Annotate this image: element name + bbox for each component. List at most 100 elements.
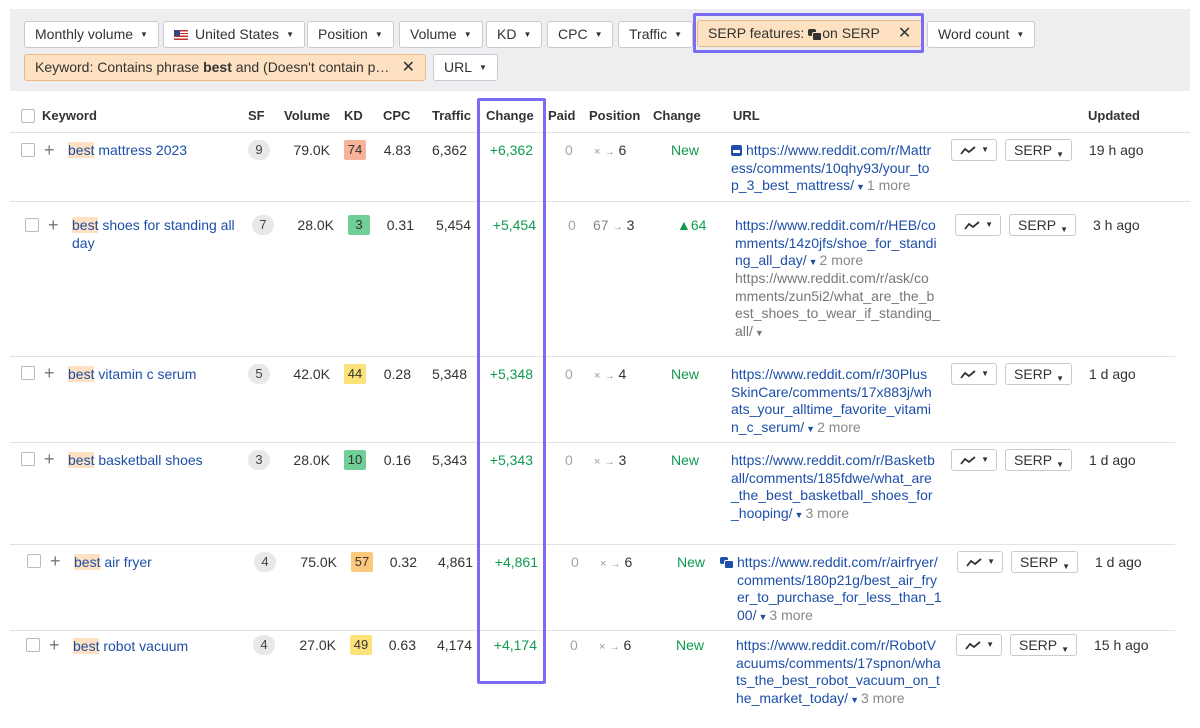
url-link[interactable]: https://www.reddit.com/r/30PlusSkinCare/… xyxy=(731,366,936,438)
kd-filter[interactable]: KD ▼ xyxy=(486,21,543,48)
sf-count[interactable]: 5 xyxy=(248,364,270,384)
caret-down-icon: ▼ xyxy=(479,63,487,72)
sf-count[interactable]: 4 xyxy=(253,635,275,655)
sf-count[interactable]: 7 xyxy=(252,215,274,235)
keyword-link[interactable]: best shoes for standing all day xyxy=(72,216,242,252)
serp-button[interactable]: SERP ▼ xyxy=(1005,363,1072,385)
keyword-filter-bold: best xyxy=(203,59,232,75)
plus-icon[interactable]: + xyxy=(48,216,59,234)
traffic-value: 6,362 xyxy=(431,142,467,158)
volume-value: 28.0K xyxy=(293,452,330,468)
col-cpc[interactable]: CPC xyxy=(383,108,410,123)
position-value: × → 3 xyxy=(594,452,627,468)
row-checkbox[interactable] xyxy=(21,143,35,157)
position-filter[interactable]: Position ▼ xyxy=(307,21,394,48)
sf-count[interactable]: 9 xyxy=(248,140,270,160)
position-change: New xyxy=(671,452,700,468)
trend-button[interactable]: ▼ xyxy=(956,634,1002,656)
serp-button[interactable]: SERP ▼ xyxy=(1005,449,1072,471)
keyword-filter[interactable]: Keyword: Contains phrase best and (Doesn… xyxy=(24,54,426,81)
position-value: × → 6 xyxy=(600,554,633,570)
keyword-link[interactable]: best robot vacuum xyxy=(73,637,243,655)
kd-badge: 49 xyxy=(350,635,372,655)
keyword-link[interactable]: best basketball shoes xyxy=(68,451,238,469)
country-dropdown[interactable]: United States ▼ xyxy=(163,21,305,48)
col-paid[interactable]: Paid xyxy=(548,108,575,123)
serp-button[interactable]: SERP ▼ xyxy=(1010,634,1077,656)
monthly-volume-dropdown[interactable]: Monthly volume ▼ xyxy=(24,21,159,48)
url-link[interactable]: https://www.reddit.com/r/Basketball/comm… xyxy=(731,452,936,524)
volume-filter[interactable]: Volume ▼ xyxy=(399,21,483,48)
plus-icon[interactable]: + xyxy=(44,141,55,159)
serp-features-highlight xyxy=(693,13,924,53)
sf-count[interactable]: 4 xyxy=(254,552,276,572)
position-value: 67 → 3 xyxy=(593,217,635,233)
volume-value: 79.0K xyxy=(293,142,330,158)
trend-button[interactable]: ▼ xyxy=(951,363,997,385)
url-secondary[interactable]: https://www.reddit.com/r/ask/comments/zu… xyxy=(735,270,940,342)
row-checkbox[interactable] xyxy=(21,366,35,380)
serp-button[interactable]: SERP ▼ xyxy=(1011,551,1078,573)
col-url[interactable]: URL xyxy=(733,108,760,123)
row-checkbox[interactable] xyxy=(26,638,40,652)
url-link[interactable]: https://www.reddit.com/r/airfryer/commen… xyxy=(720,554,942,626)
close-icon[interactable]: ✕ xyxy=(402,55,415,80)
row-divider xyxy=(10,356,1175,357)
cpc-filter[interactable]: CPC ▼ xyxy=(547,21,614,48)
keyword-link[interactable]: best air fryer xyxy=(74,553,244,571)
row-checkbox[interactable] xyxy=(27,554,41,568)
trend-button[interactable]: ▼ xyxy=(951,449,997,471)
trend-button[interactable]: ▼ xyxy=(955,214,1001,236)
plus-icon[interactable]: + xyxy=(44,364,55,382)
keyword-filter-suffix: and (Doesn't contain p… xyxy=(231,59,390,75)
volume-filter-label: Volume xyxy=(410,26,457,42)
traffic-filter[interactable]: Traffic ▼ xyxy=(618,21,694,48)
col-sf[interactable]: SF xyxy=(248,108,265,123)
country-label: United States xyxy=(195,26,280,42)
select-all-checkbox[interactable] xyxy=(21,109,35,123)
caret-down-icon: ▼ xyxy=(981,455,989,464)
sf-count[interactable]: 3 xyxy=(248,450,270,470)
position-value: × → 6 xyxy=(599,637,632,653)
image-icon xyxy=(731,145,742,156)
caret-down-icon: ▼ xyxy=(985,220,993,229)
keyword-filter-prefix: Keyword: Contains phrase xyxy=(35,59,204,75)
col-updated[interactable]: Updated xyxy=(1088,108,1140,123)
url-link[interactable]: https://www.reddit.com/r/Mattress/commen… xyxy=(731,142,936,197)
col-traffic[interactable]: Traffic xyxy=(432,108,471,123)
plus-icon[interactable]: + xyxy=(50,552,61,570)
url-link[interactable]: https://www.reddit.com/r/HEB/comments/14… xyxy=(735,217,940,272)
traffic-value: 4,861 xyxy=(437,554,473,570)
col-position-change[interactable]: Change xyxy=(653,108,701,123)
trend-button[interactable]: ▼ xyxy=(951,139,997,161)
paid-value: 0 xyxy=(571,554,579,570)
updated-value: 1 d ago xyxy=(1095,554,1142,570)
caret-down-icon: ▼ xyxy=(1056,460,1064,469)
serp-button[interactable]: SERP ▼ xyxy=(1005,139,1072,161)
position-value: × → 6 xyxy=(594,142,627,158)
plus-icon[interactable]: + xyxy=(49,636,60,654)
col-kd[interactable]: KD xyxy=(344,108,363,123)
position-change: New xyxy=(676,637,705,653)
url-filter-label: URL xyxy=(444,59,473,75)
serp-button[interactable]: SERP ▼ xyxy=(1009,214,1076,236)
us-flag-icon xyxy=(174,30,188,40)
caret-down-icon: ▼ xyxy=(981,369,989,378)
col-keyword[interactable]: Keyword xyxy=(42,108,97,123)
updated-value: 1 d ago xyxy=(1089,452,1136,468)
keyword-link[interactable]: best vitamin c serum xyxy=(68,365,238,383)
position-change: New xyxy=(671,142,700,158)
word-count-filter[interactable]: Word count ▼ xyxy=(927,21,1036,48)
col-volume[interactable]: Volume xyxy=(284,108,330,123)
monthly-volume-label: Monthly volume xyxy=(35,26,134,42)
kd-badge: 74 xyxy=(344,140,366,160)
keyword-link[interactable]: best mattress 2023 xyxy=(68,141,238,159)
url-filter[interactable]: URL ▼ xyxy=(433,54,498,81)
traffic-value: 4,174 xyxy=(436,637,472,653)
plus-icon[interactable]: + xyxy=(44,450,55,468)
row-checkbox[interactable] xyxy=(21,452,35,466)
row-checkbox[interactable] xyxy=(25,218,39,232)
trend-button[interactable]: ▼ xyxy=(957,551,1003,573)
col-position[interactable]: Position xyxy=(589,108,640,123)
url-link[interactable]: https://www.reddit.com/r/RobotVacuums/co… xyxy=(736,637,941,709)
